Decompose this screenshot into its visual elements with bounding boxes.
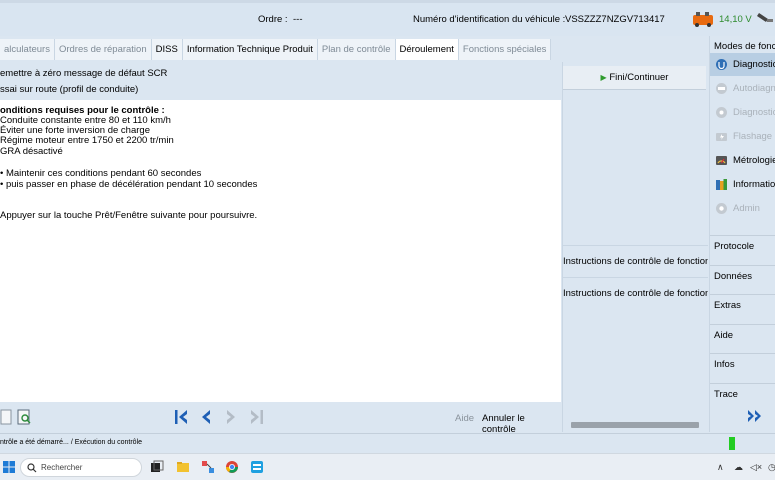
multimeter-icon — [716, 156, 727, 165]
mode-label: Information — [733, 179, 775, 190]
file-explorer-icon[interactable] — [176, 460, 190, 474]
test-title-area: emettre à zéro message de défaut SCR ssa… — [0, 62, 561, 100]
section-divider — [710, 382, 775, 384]
test-subtitle: ssai sur route (profil de conduite) — [0, 84, 139, 95]
finish-continue-label: Fini/Continuer — [609, 72, 669, 83]
connection-plug-icon — [757, 13, 773, 22]
status-bar: ntrôle a été démarré... / Exécution du c… — [0, 433, 775, 453]
mode-label: Diagnostic — [733, 107, 775, 118]
finish-continue-button[interactable]: ▶ Fini/Continuer — [563, 66, 706, 90]
search-icon — [27, 463, 37, 473]
cancel-test-button[interactable]: Annuler le contrôle — [482, 413, 561, 435]
sidebar-section-2[interactable]: Extras — [714, 300, 741, 311]
sidebar-section-1[interactable]: Données — [714, 271, 752, 282]
expand-double-chevron-icon[interactable] — [746, 408, 764, 424]
section-divider — [710, 235, 775, 236]
tray-clock-icon[interactable]: ◷ — [768, 462, 775, 473]
mode-item-0[interactable]: Diagnostic — [710, 53, 775, 76]
mode-label: Diagnostic — [733, 59, 775, 70]
last-page-icon — [251, 410, 263, 424]
ecu-icon — [716, 107, 727, 118]
books-icon — [716, 179, 727, 190]
order-label: Ordre : — [258, 14, 288, 25]
admin-icon — [716, 203, 727, 214]
search-placeholder: Rechercher — [41, 463, 83, 472]
test-title: emettre à zéro message de défaut SCR — [0, 68, 168, 79]
battery-voltage: 14,10 V — [719, 14, 752, 25]
condition-item: Régime moteur entre 1750 et 2200 tr/min — [0, 135, 174, 146]
mode-item-5[interactable]: Information — [710, 173, 775, 196]
step-item: • Maintenir ces conditions pendant 60 se… — [0, 168, 202, 179]
tray-speaker-icon[interactable]: ◁× — [750, 462, 762, 473]
tab-5[interactable]: Déroulement — [395, 39, 459, 60]
condition-item: GRA désactivé — [0, 146, 63, 157]
continue-instruction: Appuyer sur la touche Prêt/Fenêtre suiva… — [0, 210, 258, 221]
help-button[interactable]: Aide — [455, 413, 474, 424]
mode-item-1: Autodiagn — [710, 77, 775, 100]
tab-1[interactable]: Ordres de réparation — [54, 39, 152, 60]
main-tabs: alculateurs Ordres de réparation DISS Infor… — [0, 39, 552, 60]
mode-item-4[interactable]: Métrologie — [710, 149, 775, 172]
header-top-line — [0, 0, 775, 3]
previous-page-icon[interactable] — [197, 408, 215, 426]
sidebar-section-0[interactable]: Protocole — [714, 241, 754, 252]
vin-label: Numéro d'identification du véhicule : — [413, 14, 566, 25]
section-divider — [710, 294, 775, 295]
mode-label: Métrologie — [733, 155, 775, 166]
document-zoom-icon[interactable] — [16, 408, 34, 426]
section-divider — [710, 323, 775, 325]
task-view-icon[interactable] — [150, 460, 164, 474]
first-page-icon[interactable] — [172, 408, 190, 426]
mode-label: Flashage — [733, 131, 773, 142]
mode-item-2: Diagnostic — [710, 101, 775, 124]
stethoscope-icon — [716, 59, 727, 70]
modes-title: Modes de fonct — [714, 41, 775, 52]
play-icon: ▶ — [600, 73, 607, 82]
horizontal-scrollbar[interactable] — [571, 422, 699, 428]
windows-start-icon[interactable] — [3, 461, 15, 473]
network-app-icon[interactable] — [201, 460, 215, 474]
mode-sidebar: Modes de fonct Diagnostic Autodiagn Diagno… — [709, 36, 775, 432]
car-diagnosis-icon — [716, 83, 727, 94]
sidebar-section-4[interactable]: Infos — [714, 359, 735, 370]
chrome-icon[interactable] — [225, 460, 239, 474]
mode-label: Admin — [733, 203, 760, 214]
flash-icon — [716, 133, 727, 141]
vin-value: VSSZZZ7NZGV713417 — [565, 14, 665, 25]
tray-network-icon[interactable]: ☁ — [734, 462, 743, 473]
sidebar-section-3[interactable]: Aide — [714, 330, 733, 341]
section-divider — [710, 264, 775, 266]
windows-taskbar: Rechercher ∧ ☁ ◁× ◷ — [0, 453, 775, 480]
mode-item-3: Flashage — [710, 125, 775, 148]
bottom-toolbar: Aide Annuler le contrôle — [0, 402, 561, 435]
taskbar-search-box[interactable]: Rechercher — [20, 458, 142, 477]
tab-3[interactable]: Information Technique Produit — [182, 39, 318, 60]
function-test-instructions-link[interactable]: Instructions de contrôle de fonction — [563, 245, 708, 277]
tab-2[interactable]: DISS — [151, 39, 183, 60]
function-test-instructions-link[interactable]: Instructions de contrôle de fonction — [563, 277, 708, 309]
diagnostic-app-icon[interactable] — [250, 460, 264, 474]
sidebar-section-5[interactable]: Trace — [714, 389, 738, 400]
next-page-icon — [227, 410, 235, 424]
tab-0[interactable]: alculateurs — [0, 39, 55, 60]
order-value: --- — [293, 14, 303, 25]
app-header: Ordre : --- Numéro d'identification du v… — [0, 0, 775, 36]
tab-6[interactable]: Fonctions spéciales — [458, 39, 552, 60]
section-divider — [710, 353, 775, 354]
action-panel: ▶ Fini/Continuer Instructions de contrôl… — [562, 62, 708, 432]
vehicle-battery-icon — [693, 12, 713, 27]
mode-label: Autodiagn — [733, 83, 775, 94]
tray-chevron-up-icon[interactable]: ∧ — [717, 462, 724, 473]
tab-4[interactable]: Plan de contrôle — [317, 39, 396, 60]
test-instructions-panel: onditions requises pour le contrôle : Co… — [0, 100, 561, 402]
status-indicator-led — [729, 437, 735, 450]
mode-item-6: Admin — [710, 197, 775, 220]
step-item: • puis passer en phase de décélération p… — [0, 179, 258, 190]
status-text: ntrôle a été démarré... / Exécution du c… — [0, 439, 143, 446]
